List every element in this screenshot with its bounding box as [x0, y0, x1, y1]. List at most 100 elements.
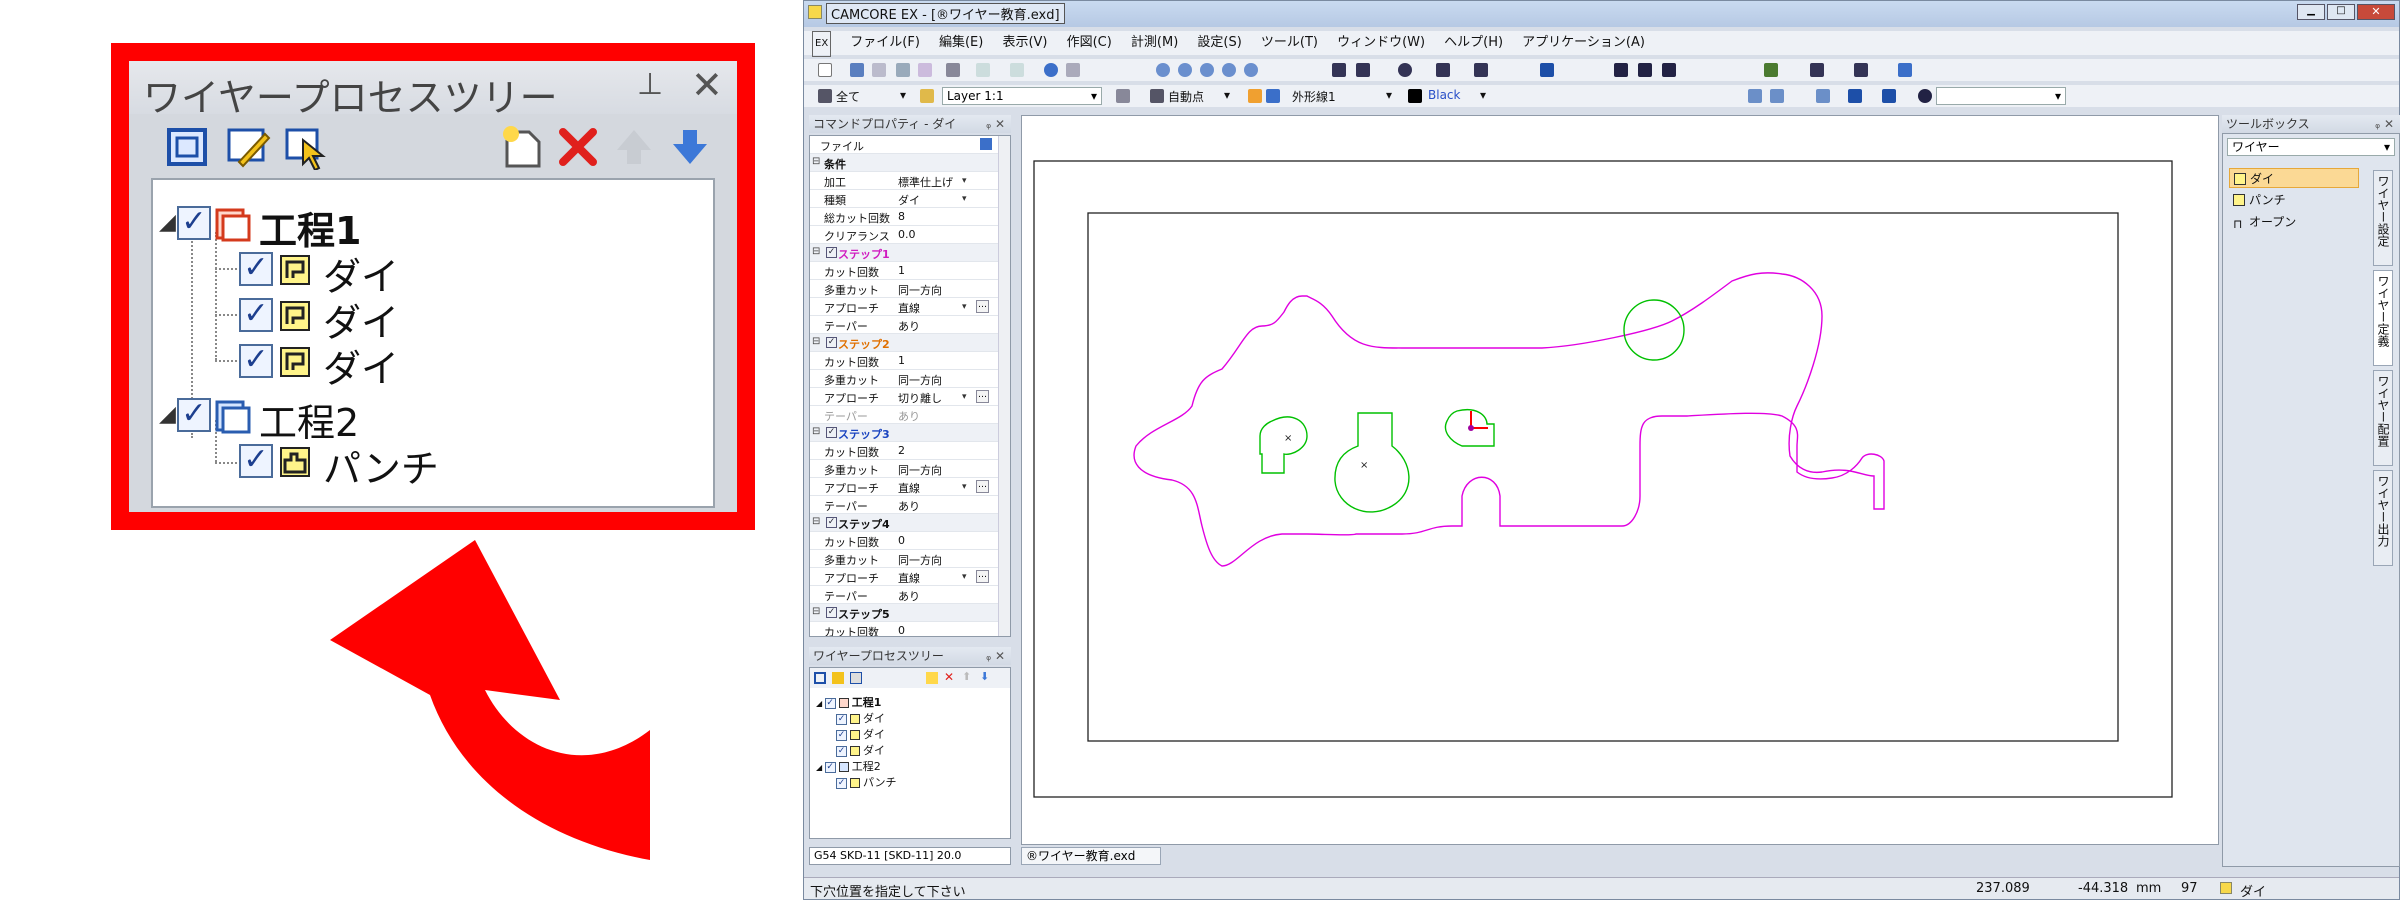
chevron-down-icon[interactable]: ▾	[962, 572, 967, 582]
dim3-icon[interactable]	[1662, 63, 1676, 77]
vtab-wire-placement[interactable]: ワイヤー配置	[2373, 370, 2393, 466]
collapse-icon[interactable]: ⊟	[812, 516, 820, 527]
menu-view[interactable]: 表示(V)	[1002, 31, 1047, 55]
expand-icon[interactable]: ◢	[816, 699, 825, 708]
coordinate-select[interactable]: ▾	[1936, 87, 2066, 105]
grid-toggle-icon[interactable]	[1266, 89, 1280, 103]
expand-icon[interactable]: ◢	[159, 402, 176, 427]
snap-value[interactable]: 自動点	[1168, 88, 1204, 105]
prop-value[interactable]: 1	[898, 354, 905, 367]
move-up-icon[interactable]: ⬆	[962, 670, 971, 683]
tree-item-checkbox[interactable]: ✓	[824, 761, 836, 773]
move-down-icon[interactable]	[667, 124, 713, 170]
view-icon-2[interactable]	[1770, 89, 1784, 103]
tree-node-die[interactable]: ✓ ダイ	[153, 296, 453, 345]
step-checkbox[interactable]: ✓	[826, 517, 837, 528]
collapse-icon[interactable]: ⊟	[812, 156, 820, 167]
ellipsis-button[interactable]: …	[976, 570, 989, 583]
prop-value[interactable]: 2	[898, 444, 905, 457]
view-icon-5[interactable]	[1882, 89, 1896, 103]
snap-dropdown-icon[interactable]: ▾	[1224, 88, 1230, 102]
collapse-icon[interactable]: ⊟	[812, 606, 820, 617]
tree-item-checkbox[interactable]: ✓	[824, 697, 836, 709]
help-icon[interactable]	[1044, 63, 1058, 77]
prop-value[interactable]: 標準仕上げ	[898, 174, 953, 190]
prop-value[interactable]: 直線	[898, 300, 920, 316]
printer-icon[interactable]	[946, 63, 960, 77]
step-checkbox[interactable]: ✓	[826, 337, 837, 348]
prop-value[interactable]: 同一方向	[898, 462, 942, 478]
step-checkbox[interactable]: ✓	[826, 247, 837, 258]
chevron-down-icon[interactable]: ▾	[962, 176, 967, 186]
menu-edit[interactable]: 編集(E)	[939, 31, 983, 55]
line-icon[interactable]	[1356, 63, 1370, 77]
zoom-icon[interactable]	[1156, 63, 1170, 77]
ellipsis-button[interactable]: …	[976, 480, 989, 493]
tree-item-checkbox[interactable]: ✓	[836, 729, 847, 741]
grid-icon[interactable]	[1810, 63, 1824, 77]
vtab-wire-settings[interactable]: ワイヤー設定	[2373, 170, 2393, 266]
table-icon[interactable]	[1854, 63, 1868, 77]
prop-value[interactable]: 1	[898, 264, 905, 277]
tree-item[interactable]: ✓ ダイ	[836, 710, 885, 726]
tree-item[interactable]: ✓ ダイ	[836, 742, 885, 758]
select-frame-icon[interactable]	[165, 124, 211, 170]
vtab-wire-output[interactable]: ワイヤー出力	[2373, 470, 2393, 566]
zoom-window-icon[interactable]	[1244, 63, 1258, 77]
prop-value[interactable]: 同一方向	[898, 372, 942, 388]
tree-item-checkbox[interactable]: ✓	[836, 777, 847, 789]
tree-item[interactable]: ◢ ✓ 工程1	[816, 694, 881, 710]
toolbox-item-die[interactable]: ダイ	[2229, 168, 2359, 188]
close-icon[interactable]: ✕	[691, 63, 723, 107]
tree-node-punch[interactable]: ✓ パンチ	[153, 442, 453, 491]
layer-open-icon[interactable]	[920, 89, 934, 103]
new-item-icon[interactable]	[926, 672, 938, 684]
menu-draw[interactable]: 作図(C)	[1067, 31, 1112, 55]
prop-value[interactable]: 8	[898, 210, 905, 223]
prop-value[interactable]: あり	[898, 408, 920, 424]
expand-icon[interactable]: ◢	[159, 210, 176, 235]
drawing-canvas[interactable]: × ×	[1021, 115, 2219, 845]
point-icon[interactable]	[1332, 63, 1346, 77]
menu-file[interactable]: ファイル(F)	[850, 31, 920, 55]
context-help-icon[interactable]	[1066, 63, 1080, 77]
toolbox-combo[interactable]: ワイヤー ▾	[2227, 138, 2395, 156]
prop-value[interactable]: あり	[898, 318, 920, 334]
step-checkbox[interactable]: ✓	[826, 607, 837, 618]
ellipsis-button[interactable]: …	[976, 390, 989, 403]
tree-node-process1[interactable]: ◢ ✓ 工程1	[153, 204, 453, 253]
pin-icon[interactable]: ⊥	[637, 67, 663, 102]
close-button[interactable]: ✕	[2357, 4, 2395, 20]
panel-pin-close-icon[interactable]: ᵩ ✕	[2375, 115, 2394, 133]
panel-pin-close-icon[interactable]: ᵩ ✕	[986, 115, 1005, 133]
toolbox-item-open[interactable]: ⊓ オープン	[2229, 212, 2359, 232]
chevron-down-icon[interactable]: ▾	[962, 482, 967, 492]
prop-value[interactable]: 直線	[898, 570, 920, 586]
chevron-down-icon[interactable]: ▾	[962, 194, 967, 204]
target-icon[interactable]	[1918, 89, 1932, 103]
step-checkbox[interactable]: ✓	[826, 427, 837, 438]
tree-node-process2[interactable]: ◢ ✓ 工程2	[153, 396, 453, 445]
maximize-button[interactable]: □	[2327, 4, 2355, 20]
collapse-icon[interactable]: ⊟	[812, 426, 820, 437]
print-icon[interactable]	[872, 63, 886, 77]
prop-value[interactable]: 同一方向	[898, 552, 942, 568]
move-down-icon[interactable]: ⬇	[980, 670, 989, 683]
redo-icon[interactable]	[1010, 63, 1024, 77]
dim2-icon[interactable]	[1638, 63, 1652, 77]
chevron-down-icon[interactable]: ▾	[962, 302, 967, 312]
linetype-dropdown-icon[interactable]: ▾	[1386, 88, 1392, 102]
circle-icon[interactable]	[1398, 63, 1412, 77]
document-tab[interactable]: ®ワイヤー教育.exd	[1021, 847, 1161, 865]
layer-icon[interactable]	[1764, 63, 1778, 77]
tree-node-die[interactable]: ✓ ダイ	[153, 342, 453, 391]
prop-value[interactable]: あり	[898, 498, 920, 514]
props-scrollbar[interactable]	[998, 136, 1010, 636]
zoom-fit-icon[interactable]	[1222, 63, 1236, 77]
edit-pen-icon[interactable]	[225, 124, 271, 170]
layer-settings-icon[interactable]	[1116, 89, 1130, 103]
linetype-value[interactable]: 外形線1	[1292, 88, 1336, 105]
dim-icon[interactable]	[1614, 63, 1628, 77]
zoom-in-icon[interactable]	[1178, 63, 1192, 77]
copy-icon[interactable]	[896, 63, 910, 77]
